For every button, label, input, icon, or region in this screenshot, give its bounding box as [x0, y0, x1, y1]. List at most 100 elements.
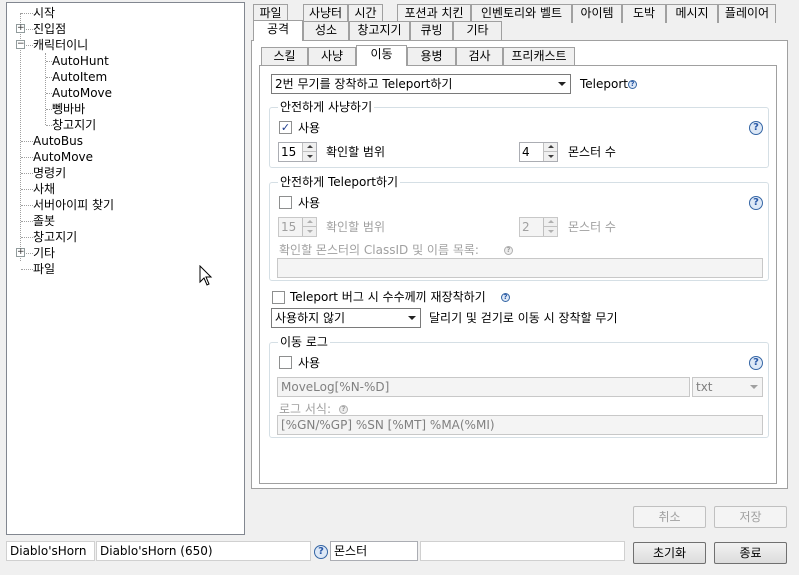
safe-teleport-range-stepper[interactable]: 15 [278, 217, 317, 237]
tree-item-stash-sub[interactable]: 창고지기 [52, 117, 96, 133]
cancel-button[interactable]: 취소 [633, 506, 706, 528]
tree-line [21, 269, 33, 270]
safe-hunt-group: 안전하게 사냥하기 ✓ 사용 ? 15 확인할 범위 4 몬스터 수 [269, 100, 769, 168]
tree-item-etc[interactable]: 기타 [33, 245, 55, 261]
help-icon[interactable]: ? [749, 356, 763, 370]
tree-item-autohunt[interactable]: AutoHunt [52, 53, 109, 69]
monster-list-input[interactable] [277, 258, 763, 278]
help-icon[interactable]: ? [628, 80, 637, 89]
move-log-group: 이동 로그 사용 ? MoveLog[%N-%D] txt 로그 서식: ? [… [269, 335, 769, 438]
safe-hunt-monster-label: 몬스터 수 [568, 145, 616, 159]
stepper-up-icon[interactable] [543, 143, 557, 152]
subtab-hunt[interactable]: 사냥 [308, 47, 356, 66]
tree-item-loan[interactable]: 사채 [33, 181, 55, 197]
teleport-bug-checkbox[interactable] [272, 291, 285, 304]
tree-line [45, 53, 46, 125]
stepper-down-icon[interactable] [302, 227, 316, 236]
tab-shrine[interactable]: 성소 [303, 21, 349, 40]
exit-button[interactable]: 종료 [714, 542, 787, 564]
tree-item-hotkeys[interactable]: 명령키 [33, 165, 66, 181]
tree-line [21, 205, 33, 206]
safe-hunt-use-checkbox[interactable]: ✓ [279, 121, 292, 134]
tree-item-start[interactable]: 시작 [33, 5, 55, 21]
help-icon[interactable]: ? [339, 405, 348, 414]
tab-stash[interactable]: 창고지기 [349, 21, 410, 40]
tree-expander[interactable]: + [16, 248, 25, 257]
subtab-mercenary[interactable]: 용병 [407, 47, 456, 66]
tree-item-autobus[interactable]: AutoBus [33, 133, 83, 149]
tree-item-character[interactable]: 캐릭터이니 [33, 37, 88, 53]
status-blank [420, 541, 625, 561]
tree-item-baal[interactable]: 뼁바바 [52, 101, 85, 117]
help-icon[interactable]: ? [749, 121, 763, 135]
help-icon[interactable]: ? [504, 246, 513, 255]
reset-button[interactable]: 초기화 [633, 542, 706, 564]
tree-line [26, 45, 33, 46]
safe-teleport-use-checkbox[interactable] [279, 196, 292, 209]
walk-weapon-select[interactable]: 사용하지 않기 [271, 308, 421, 328]
stepper-down-icon[interactable] [543, 227, 557, 236]
help-icon[interactable]: ? [314, 545, 328, 559]
tree-expander[interactable]: + [16, 24, 25, 33]
stepper-down-icon[interactable] [302, 152, 316, 161]
tab-cubing[interactable]: 큐빙 [410, 21, 453, 40]
profile-name: Diablo'sHorn [6, 541, 95, 561]
safe-hunt-monster-value: 4 [522, 145, 530, 159]
stepper-up-icon[interactable] [302, 143, 316, 152]
tree-item-followbot[interactable]: 졸봇 [33, 213, 55, 229]
stepper-up-icon[interactable] [543, 218, 557, 227]
tree-item-entry[interactable]: 진입점 [33, 21, 66, 37]
chevron-down-icon [408, 316, 416, 320]
move-log-ext-select[interactable]: txt [692, 377, 763, 397]
help-icon[interactable]: ? [749, 196, 763, 210]
stepper-up-icon[interactable] [302, 218, 316, 227]
safe-hunt-range-label: 확인할 범위 [326, 145, 386, 159]
safe-teleport-monster-label: 몬스터 수 [568, 220, 616, 234]
tab-misc[interactable]: 기타 [453, 21, 502, 40]
move-log-ext-value: txt [696, 380, 713, 394]
tree-expander[interactable]: − [16, 40, 25, 49]
safe-teleport-use-label: 사용 [298, 196, 321, 210]
tab-message[interactable]: 메시지 [666, 4, 718, 23]
profile-full-name: Diablo'sHorn (650) [96, 541, 311, 561]
safe-teleport-monster-value: 2 [522, 220, 530, 234]
safe-teleport-range-value: 15 [281, 220, 297, 234]
subtab-check[interactable]: 검사 [456, 47, 503, 66]
weapon-select[interactable]: 2번 무기를 장착하고 Teleport하기 [271, 74, 571, 94]
tab-attack[interactable]: 공격 [253, 20, 303, 41]
tab-player[interactable]: 플레이어 [718, 4, 776, 23]
subtab-move[interactable]: 이동 [356, 45, 407, 66]
stepper-down-icon[interactable] [543, 152, 557, 161]
safe-hunt-monster-stepper[interactable]: 4 [519, 142, 558, 162]
tab-gamble[interactable]: 도박 [622, 4, 666, 23]
safe-hunt-title: 안전하게 사냥하기 [278, 100, 375, 114]
safe-teleport-monster-stepper[interactable]: 2 [519, 217, 558, 237]
settings-tree[interactable]: 시작 + 진입점 − 캐릭터이니 AutoHunt AutoItem AutoM… [6, 2, 245, 535]
subtab-precast[interactable]: 프리캐스트 [503, 47, 575, 66]
weapon-select-value: 2번 무기를 장착하고 Teleport하기 [275, 77, 453, 91]
safe-hunt-use-label: 사용 [298, 121, 321, 135]
monster-search-input[interactable]: 몬스터 [330, 541, 418, 561]
move-log-format-input[interactable]: [%GN/%GP] %SN [%MT] %MA(%MI) [277, 415, 763, 435]
tree-item-stash[interactable]: 창고지기 [33, 229, 77, 245]
tree-item-automove[interactable]: AutoMove [52, 85, 112, 101]
save-button[interactable]: 저장 [714, 506, 787, 528]
move-log-use-checkbox[interactable] [279, 356, 292, 369]
safe-hunt-range-stepper[interactable]: 15 [278, 142, 317, 162]
tree-item-automove-root[interactable]: AutoMove [33, 149, 93, 165]
tree-item-file[interactable]: 파일 [33, 261, 55, 277]
tree-line [20, 13, 21, 261]
subtab-panel-move: 2번 무기를 장착하고 Teleport하기 Teleport ? 안전하게 사… [259, 65, 777, 484]
tree-line [26, 253, 33, 254]
teleport-bug-label: Teleport 버그 시 수수께끼 재장착하기 [290, 290, 486, 304]
tree-line [21, 13, 33, 14]
tab-item[interactable]: 아이템 [572, 4, 622, 23]
help-icon[interactable]: ? [501, 293, 510, 302]
tree-item-autoitem[interactable]: AutoItem [52, 69, 107, 85]
subtab-skill[interactable]: 스킬 [261, 47, 308, 66]
tree-item-server-ip[interactable]: 서버아이피 찾기 [33, 197, 114, 213]
safe-teleport-range-label: 확인할 범위 [326, 220, 386, 234]
move-log-filename-input[interactable]: MoveLog[%N-%D] [277, 377, 690, 397]
safe-hunt-range-value: 15 [281, 145, 297, 159]
weapon-label: Teleport [580, 77, 628, 91]
